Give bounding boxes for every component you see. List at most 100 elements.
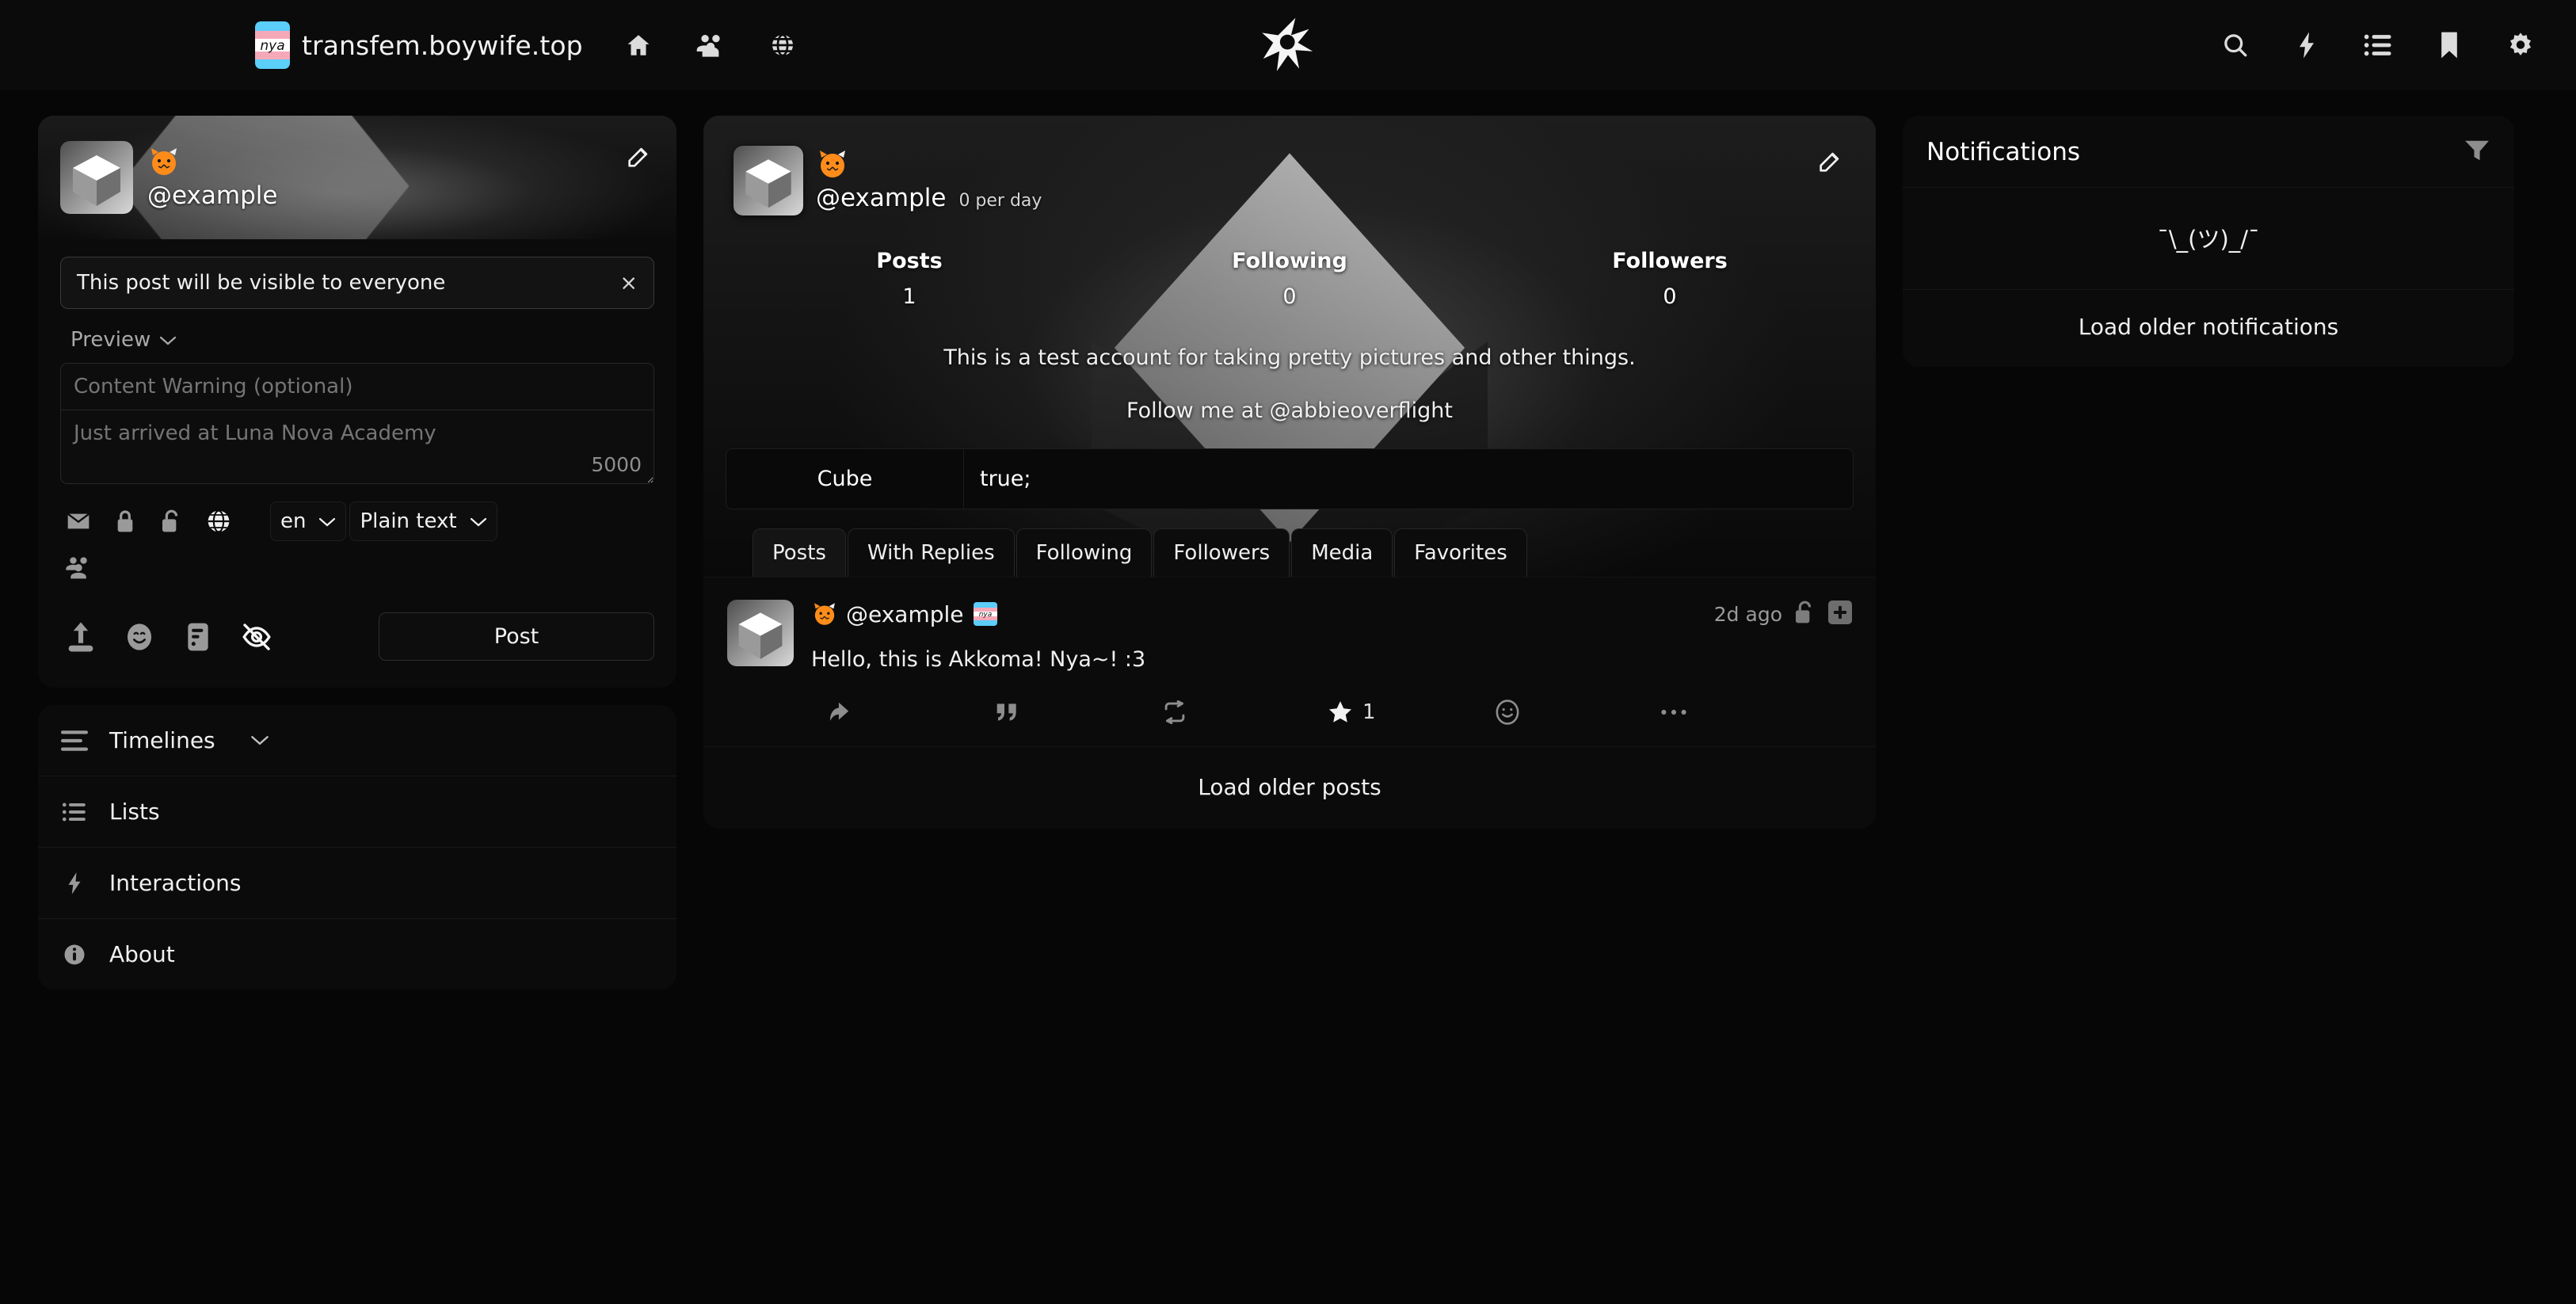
post-composer: This post will be visible to everyone × … bbox=[38, 239, 676, 688]
nav-left-icons bbox=[621, 28, 800, 63]
bio-line: Follow me at @abbieoverflight bbox=[1126, 398, 1453, 423]
profile-fields-table: Cube true; bbox=[726, 448, 1854, 509]
public-globe-icon[interactable] bbox=[200, 503, 237, 540]
home-icon[interactable] bbox=[621, 28, 656, 63]
content-warning-input[interactable] bbox=[60, 363, 654, 410]
nav-left-group: nya transfem.boywife.top bbox=[255, 21, 800, 69]
post-metadata: 2d ago bbox=[1714, 600, 1852, 628]
post-body-text: Hello, this is Akkoma! Nya~! :3 bbox=[811, 647, 1146, 672]
sidebar-item-label: Timelines bbox=[109, 727, 215, 753]
notifications-column: Notifications ¯\_(ツ)_/¯ Load older notif… bbox=[1903, 116, 2514, 367]
fox-cat-emoji-icon bbox=[811, 601, 838, 627]
visibility-icon-group bbox=[60, 503, 237, 540]
format-value: Plain text bbox=[360, 509, 457, 533]
lists-icon[interactable] bbox=[2361, 28, 2395, 63]
settings-gear-icon[interactable] bbox=[2503, 28, 2538, 63]
sensitive-eye-off-icon[interactable] bbox=[236, 616, 277, 658]
sidebar-item-label: About bbox=[109, 941, 175, 967]
tab-favorites[interactable]: Favorites bbox=[1394, 528, 1527, 577]
favorite-star-icon[interactable]: 1 bbox=[1328, 700, 1494, 725]
sidebar-item-label: Lists bbox=[109, 799, 160, 825]
stat-label: Following bbox=[1232, 249, 1347, 273]
unlisted-unlock-icon[interactable] bbox=[1793, 600, 1817, 628]
attach-upload-icon[interactable] bbox=[60, 616, 101, 658]
profile-stats: Posts 1 Following 0 Followers 0 bbox=[703, 249, 1876, 309]
edit-profile-icon[interactable] bbox=[1814, 146, 1846, 177]
load-older-notifications-button[interactable]: Load older notifications bbox=[1903, 289, 2514, 367]
chevron-down-icon[interactable] bbox=[250, 734, 269, 746]
edit-profile-icon[interactable] bbox=[623, 141, 654, 173]
bookmarks-icon[interactable] bbox=[2432, 28, 2467, 63]
user-card-handle[interactable]: @example bbox=[147, 181, 277, 210]
visibility-and-format-row: en Plain text bbox=[60, 501, 654, 541]
post-author-handle[interactable]: @example bbox=[846, 601, 964, 627]
post-action-bar: 1 bbox=[811, 699, 1852, 726]
tab-followers[interactable]: Followers bbox=[1153, 528, 1290, 577]
load-older-posts-button[interactable]: Load older posts bbox=[703, 746, 1876, 829]
sidebar-item-label: Interactions bbox=[109, 870, 242, 896]
tab-media[interactable]: Media bbox=[1291, 528, 1393, 577]
local-only-people-icon[interactable] bbox=[60, 549, 97, 585]
preview-toggle[interactable]: Preview bbox=[60, 322, 654, 363]
expand-plus-icon[interactable] bbox=[1828, 601, 1852, 627]
tab-with-replies[interactable]: With Replies bbox=[847, 528, 1015, 577]
more-options-icon[interactable] bbox=[1660, 707, 1827, 718]
react-emoji-icon[interactable] bbox=[1494, 699, 1660, 726]
avatar[interactable] bbox=[60, 141, 133, 214]
poll-icon[interactable] bbox=[177, 616, 219, 658]
interactions-bolt-icon[interactable] bbox=[2289, 28, 2324, 63]
composer-tools-row: Post bbox=[60, 612, 654, 661]
format-select[interactable]: Plain text bbox=[349, 501, 497, 541]
post-header: @example nya 2d ago bbox=[811, 600, 1852, 628]
language-select[interactable]: en bbox=[270, 501, 347, 541]
akkoma-logo-icon[interactable] bbox=[1257, 14, 1319, 76]
avatar[interactable] bbox=[734, 146, 803, 215]
federated-timeline-globe-icon[interactable] bbox=[765, 28, 800, 63]
language-value: en bbox=[280, 509, 307, 533]
profile-field-name: Cube bbox=[726, 449, 964, 509]
profile-identity-row: @example 0 per day bbox=[703, 116, 1876, 215]
unlisted-unlock-icon[interactable] bbox=[154, 503, 190, 540]
timelines-hamburger-icon bbox=[60, 730, 89, 751]
followers-only-lock-icon[interactable] bbox=[107, 503, 143, 540]
local-timeline-people-icon[interactable] bbox=[693, 28, 728, 63]
post-button[interactable]: Post bbox=[379, 612, 654, 661]
stat-following[interactable]: Following 0 bbox=[1099, 249, 1480, 309]
direct-message-envelope-icon[interactable] bbox=[60, 503, 97, 540]
stat-followers[interactable]: Followers 0 bbox=[1480, 249, 1860, 309]
reply-icon[interactable] bbox=[829, 700, 995, 724]
sidebar-item-about[interactable]: About bbox=[38, 918, 676, 989]
visibility-banner-text: This post will be visible to everyone bbox=[77, 271, 446, 295]
sidebar-item-lists[interactable]: Lists bbox=[38, 776, 676, 847]
site-name[interactable]: transfem.boywife.top bbox=[302, 30, 583, 61]
chevron-down-icon bbox=[159, 328, 177, 352]
selects-group: en Plain text bbox=[270, 501, 497, 541]
search-icon[interactable] bbox=[2218, 28, 2253, 63]
top-navigation-bar: nya transfem.boywife.top bbox=[0, 0, 2576, 90]
sidebar-item-timelines[interactable]: Timelines bbox=[38, 705, 676, 776]
post-body-input[interactable] bbox=[60, 410, 654, 484]
stat-value: 1 bbox=[902, 284, 916, 309]
character-counter: 5000 bbox=[591, 453, 642, 476]
profile-tabs: Posts With Replies Following Followers M… bbox=[703, 528, 1876, 577]
quote-icon[interactable] bbox=[995, 701, 1161, 723]
profile-handle[interactable]: @example bbox=[816, 184, 946, 212]
fox-cat-emoji-icon bbox=[816, 147, 849, 181]
visibility-banner: This post will be visible to everyone × bbox=[60, 257, 654, 309]
close-icon[interactable]: × bbox=[619, 273, 638, 294]
nav-right-icons bbox=[2218, 28, 2538, 63]
left-sidebar-column: @example This post will be visible to ev… bbox=[38, 116, 676, 989]
tab-following[interactable]: Following bbox=[1016, 528, 1153, 577]
repeat-boost-icon[interactable] bbox=[1161, 700, 1328, 724]
profile-names: @example 0 per day bbox=[816, 146, 1042, 212]
tab-posts[interactable]: Posts bbox=[753, 528, 846, 577]
stat-posts[interactable]: Posts 1 bbox=[719, 249, 1099, 309]
post-timestamp[interactable]: 2d ago bbox=[1714, 603, 1782, 626]
profile-panel: @example 0 per day Posts 1 Following 0 F… bbox=[703, 116, 1876, 829]
filter-funnel-icon[interactable] bbox=[2464, 139, 2490, 166]
sidebar-item-interactions[interactable]: Interactions bbox=[38, 847, 676, 918]
avatar[interactable] bbox=[727, 600, 794, 666]
interactions-bolt-icon bbox=[60, 871, 89, 895]
emoji-picker-icon[interactable] bbox=[119, 616, 160, 658]
notifications-panel: Notifications ¯\_(ツ)_/¯ Load older notif… bbox=[1903, 116, 2514, 367]
